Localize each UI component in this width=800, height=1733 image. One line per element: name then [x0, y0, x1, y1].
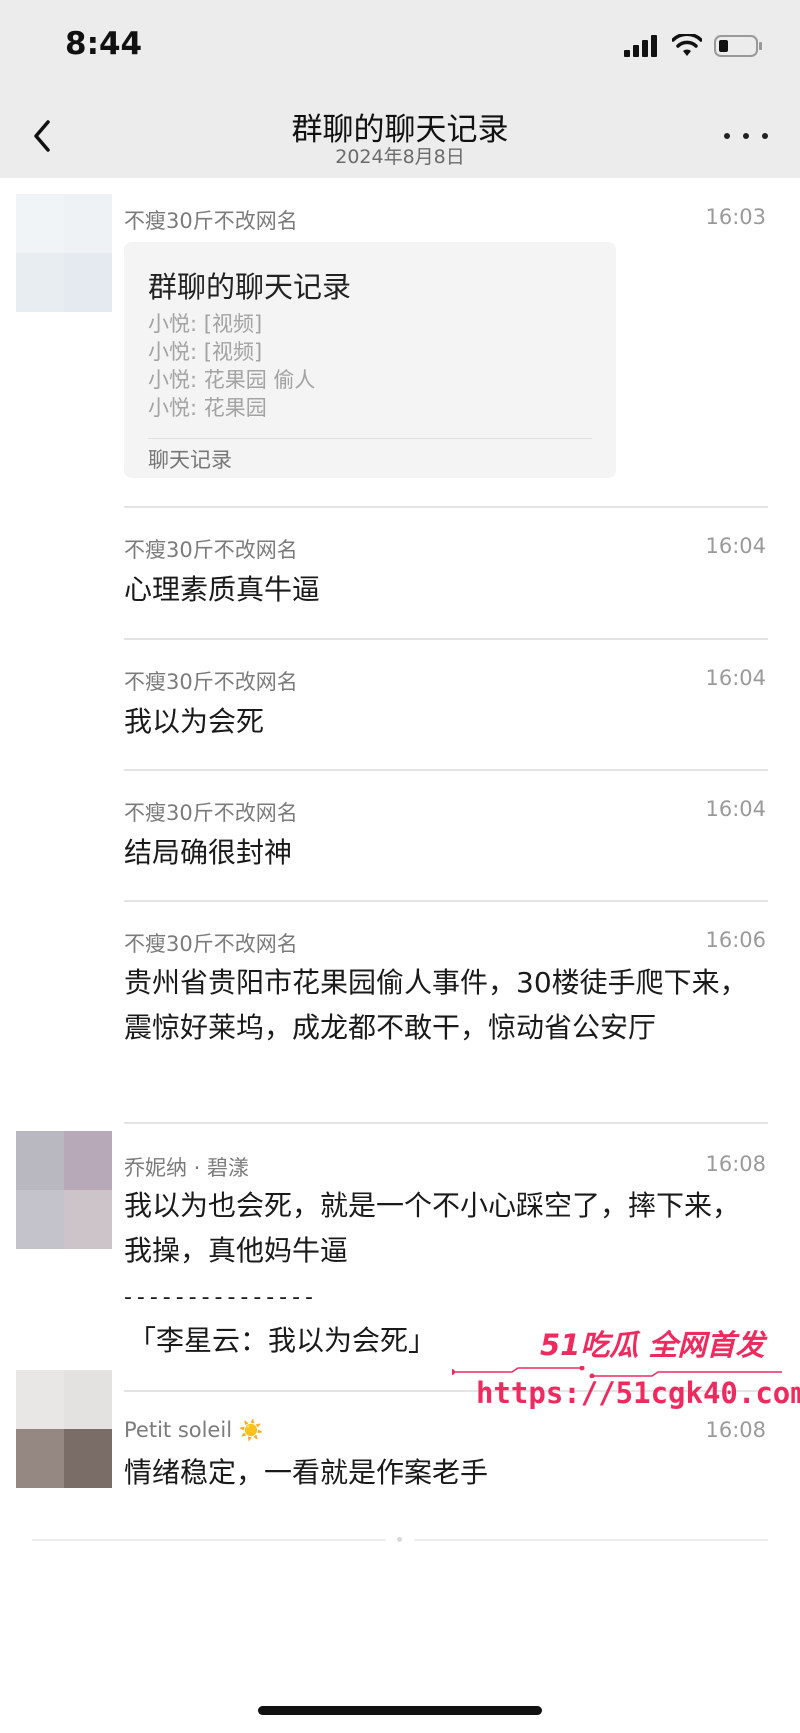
status-icons — [624, 34, 764, 58]
avatar[interactable] — [16, 194, 112, 312]
wifi-icon — [672, 34, 702, 56]
quoted-message[interactable]: 「李星云：我以为会死」 — [128, 1318, 768, 1363]
more-button[interactable] — [724, 124, 768, 148]
end-divider-dot — [397, 1537, 402, 1542]
message-text: 情绪稳定，一看就是作案老手 — [124, 1456, 489, 1489]
card-preview-line: 小悦: [视频] — [148, 340, 263, 364]
message-time: 16:04 — [705, 797, 766, 821]
home-indicator[interactable] — [258, 1706, 542, 1715]
divider — [124, 900, 768, 902]
card-footer: 聊天记录 — [148, 448, 232, 472]
status-time: 8:44 — [65, 26, 143, 62]
end-divider-left — [32, 1539, 386, 1541]
message-time: 16:04 — [705, 534, 766, 558]
circuit-decoration-icon — [452, 1366, 782, 1378]
sender-name: 不瘦30斤不改网名 — [124, 538, 298, 562]
card-title: 群聊的聊天记录 — [148, 270, 352, 304]
sender-name-text: Petit soleil — [124, 1418, 233, 1442]
divider — [124, 1122, 768, 1124]
nav-bar: 群聊的聊天记录 2024年8月8日 — [0, 96, 800, 178]
avatar[interactable] — [16, 1370, 112, 1488]
message-text: 我以为也会死，就是一个不小心踩空了，摔下来，我操，真他妈牛逼 — [124, 1189, 741, 1267]
sender-name: 不瘦30斤不改网名 — [124, 209, 298, 233]
battery-icon — [714, 35, 762, 57]
quote-separator: - - - - - - - - - - - - - - - — [124, 1285, 313, 1310]
message-text: 贵州省贵阳市花果园偷人事件，30楼徒手爬下来，震惊好莱坞，成龙都不敢干，惊动省公… — [124, 966, 748, 1044]
sender-name: 不瘦30斤不改网名 — [124, 801, 298, 825]
message-time: 16:04 — [705, 666, 766, 690]
card-divider — [148, 438, 592, 439]
watermark-url: https://51cgk40.com — [476, 1376, 800, 1410]
more-dots-icon — [724, 133, 730, 139]
message-time: 16:03 — [705, 205, 766, 229]
divider — [124, 769, 768, 771]
message-time: 16:06 — [705, 928, 766, 952]
divider — [124, 506, 768, 508]
message-text: 心理素质真牛逼 — [124, 573, 321, 606]
end-divider-right — [414, 1539, 768, 1541]
message-text: 结局确很封神 — [124, 836, 293, 869]
avatar[interactable] — [16, 1131, 112, 1249]
status-bar: 8:44 — [0, 0, 800, 96]
message-time: 16:08 — [705, 1418, 766, 1442]
message-time: 16:08 — [705, 1152, 766, 1176]
divider — [124, 1390, 768, 1392]
card-preview-line: 小悦: 花果园 偷人 — [148, 368, 316, 392]
chat-record-card[interactable]: 群聊的聊天记录 小悦: [视频] 小悦: [视频] 小悦: 花果园 偷人 小悦:… — [124, 242, 616, 478]
sun-emoji-icon: ☀️ — [238, 1418, 264, 1442]
page-subtitle: 2024年8月8日 — [335, 146, 465, 168]
card-preview-line: 小悦: [视频] — [148, 312, 263, 336]
sender-name: 不瘦30斤不改网名 — [124, 932, 298, 956]
card-preview: 小悦: [视频] 小悦: [视频] 小悦: 花果园 偷人 小悦: 花果园 — [148, 310, 315, 422]
sender-name: 乔妮纳 · 碧漾 — [124, 1156, 250, 1180]
sender-name: Petit soleil ☀️ — [124, 1418, 264, 1442]
divider — [124, 638, 768, 640]
sender-name: 不瘦30斤不改网名 — [124, 670, 298, 694]
message-text: 我以为会死 — [124, 705, 265, 738]
signal-icon — [624, 35, 657, 57]
card-preview-line: 小悦: 花果园 — [148, 396, 267, 420]
